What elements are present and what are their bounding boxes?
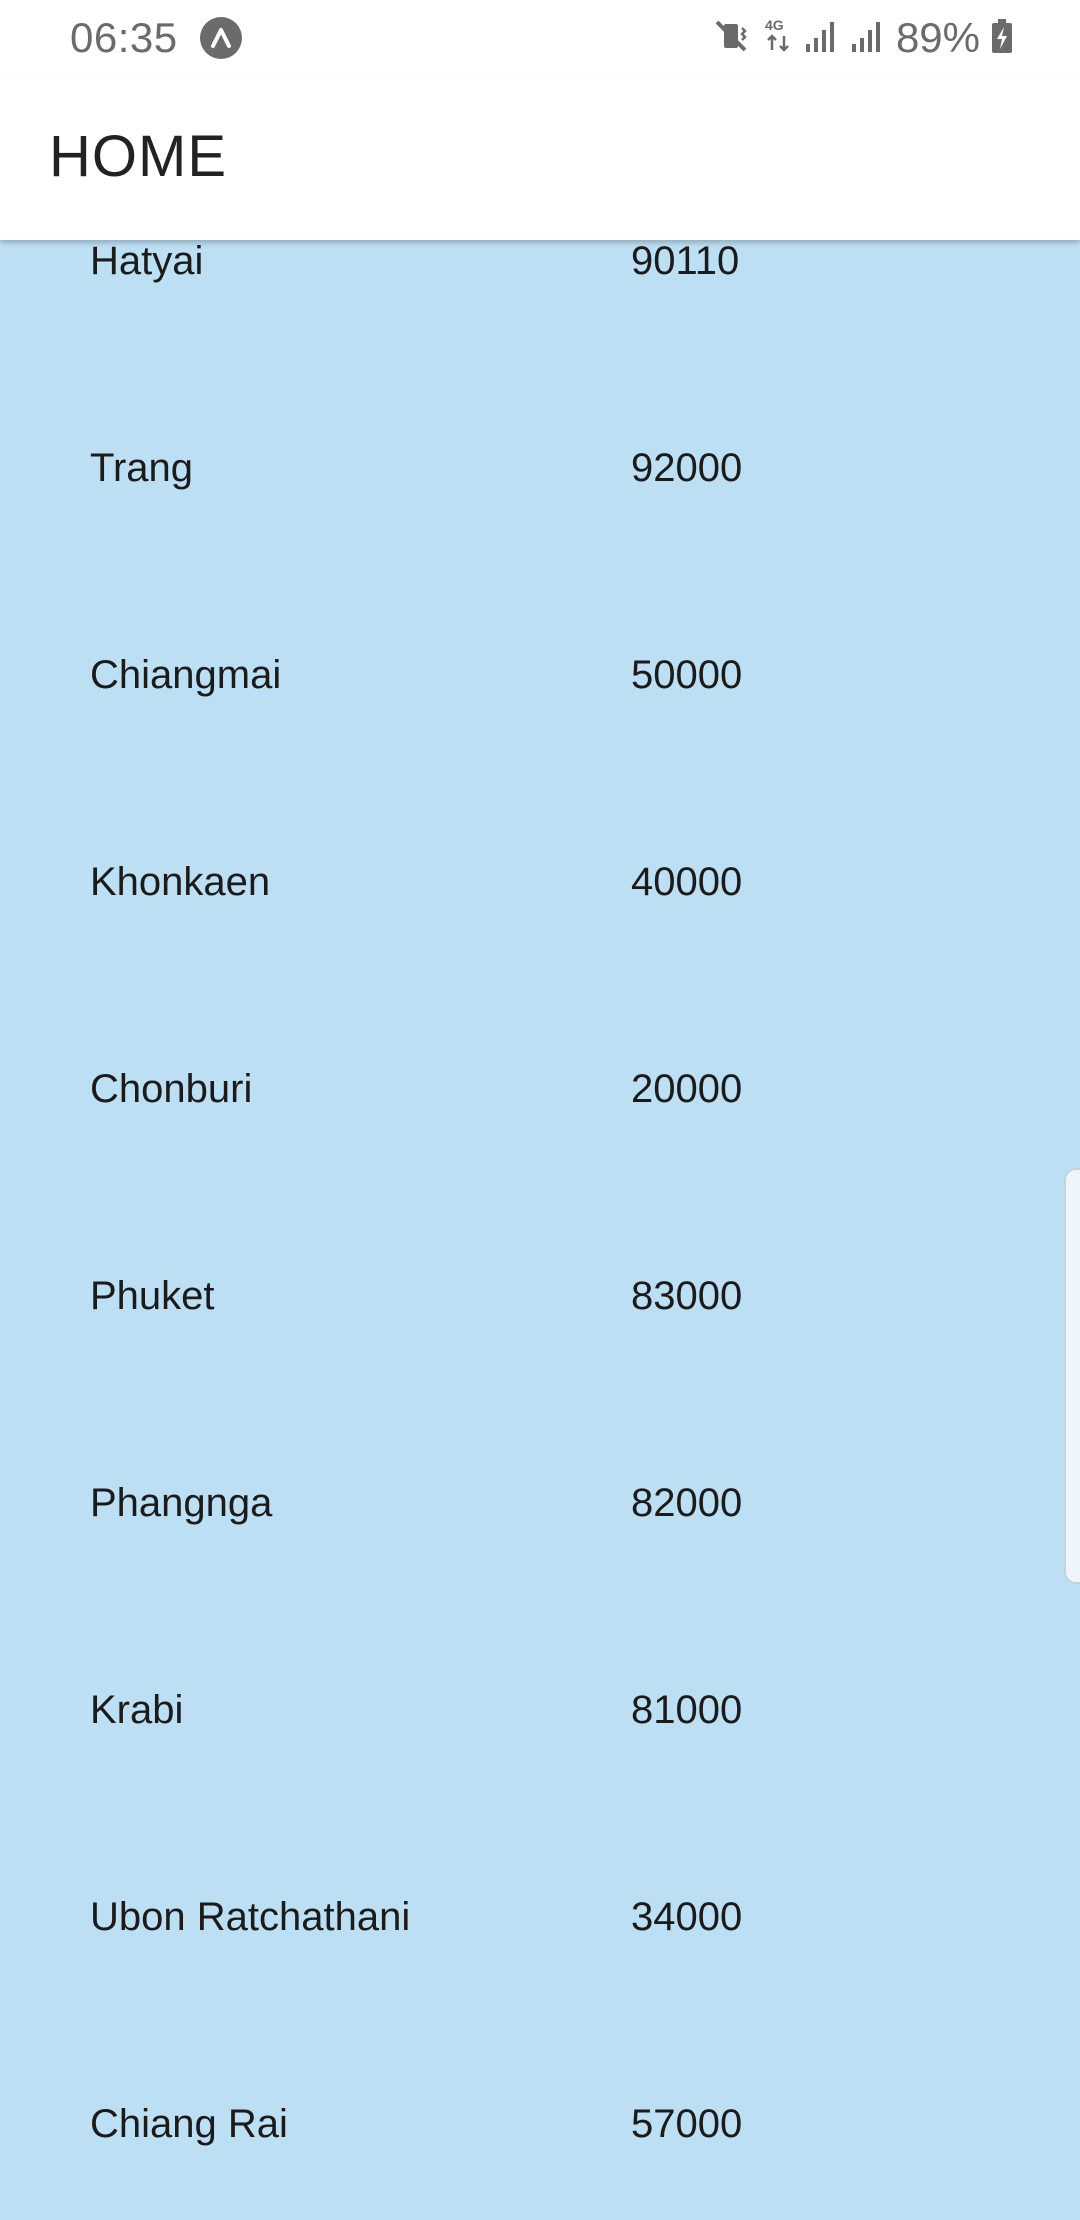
postcode: 20000 xyxy=(631,1067,743,1111)
signal-icon xyxy=(850,16,886,61)
postcode: 81000 xyxy=(631,1688,743,1732)
list-item[interactable]: Phangnga 82000 xyxy=(0,1431,1080,1638)
city-name: Ubon Ratchathani xyxy=(90,1895,411,1939)
svg-text:4G: 4G xyxy=(765,17,784,33)
city-name: Chiang Rai xyxy=(90,2102,288,2146)
city-name: Krabi xyxy=(90,1688,184,1732)
postcode: 82000 xyxy=(631,1481,743,1525)
mute-vibrate-icon xyxy=(712,16,752,61)
status-icons: 4G 89% xyxy=(712,14,1014,62)
network-4g-icon: 4G xyxy=(762,16,794,61)
list-item[interactable]: Chonburi 20000 xyxy=(0,1017,1080,1224)
postcode: 90110 xyxy=(631,240,740,283)
page-title: HOME xyxy=(49,124,227,189)
battery-charging-icon xyxy=(990,16,1014,61)
app-bar: HOME xyxy=(0,76,1080,240)
list-item[interactable]: Chiangmai 50000 xyxy=(0,603,1080,810)
list-item[interactable]: Phuket 83000 xyxy=(0,1224,1080,1431)
postcode: 83000 xyxy=(631,1274,743,1318)
city-list[interactable]: Hatyai 90110 Trang 92000 Chiangmai 50000… xyxy=(0,240,1080,2220)
list-item[interactable]: Krabi 81000 xyxy=(0,1638,1080,1845)
postcode: 92000 xyxy=(631,446,743,490)
city-name: Chiangmai xyxy=(90,653,282,697)
city-name: Trang xyxy=(90,446,194,490)
status-time: 06:35 xyxy=(70,14,178,61)
city-name: Phuket xyxy=(90,1274,215,1318)
signal-icon xyxy=(804,16,840,61)
list-item[interactable]: Khonkaen 40000 xyxy=(0,810,1080,1017)
list-item[interactable]: Chiang Rai 57000 xyxy=(0,2052,1080,2220)
city-name: Phangnga xyxy=(90,1481,273,1525)
postcode: 50000 xyxy=(631,653,743,697)
list-item[interactable]: Trang 92000 xyxy=(0,396,1080,603)
postcode: 34000 xyxy=(631,1895,743,1939)
city-name: Chonburi xyxy=(90,1067,253,1111)
postcode: 40000 xyxy=(631,860,743,904)
city-name: Hatyai xyxy=(90,240,204,283)
postcode: 57000 xyxy=(631,2102,743,2146)
scrollbar-handle[interactable] xyxy=(1064,1168,1080,1584)
list-item[interactable]: Ubon Ratchathani 34000 xyxy=(0,1845,1080,2052)
app-notification-icon xyxy=(200,17,242,59)
battery-percentage: 89% xyxy=(895,14,980,61)
status-bar: 06:35 4G 89% xyxy=(0,0,1080,76)
city-name: Khonkaen xyxy=(90,860,271,904)
list-item[interactable]: Hatyai 90110 xyxy=(0,240,1080,396)
